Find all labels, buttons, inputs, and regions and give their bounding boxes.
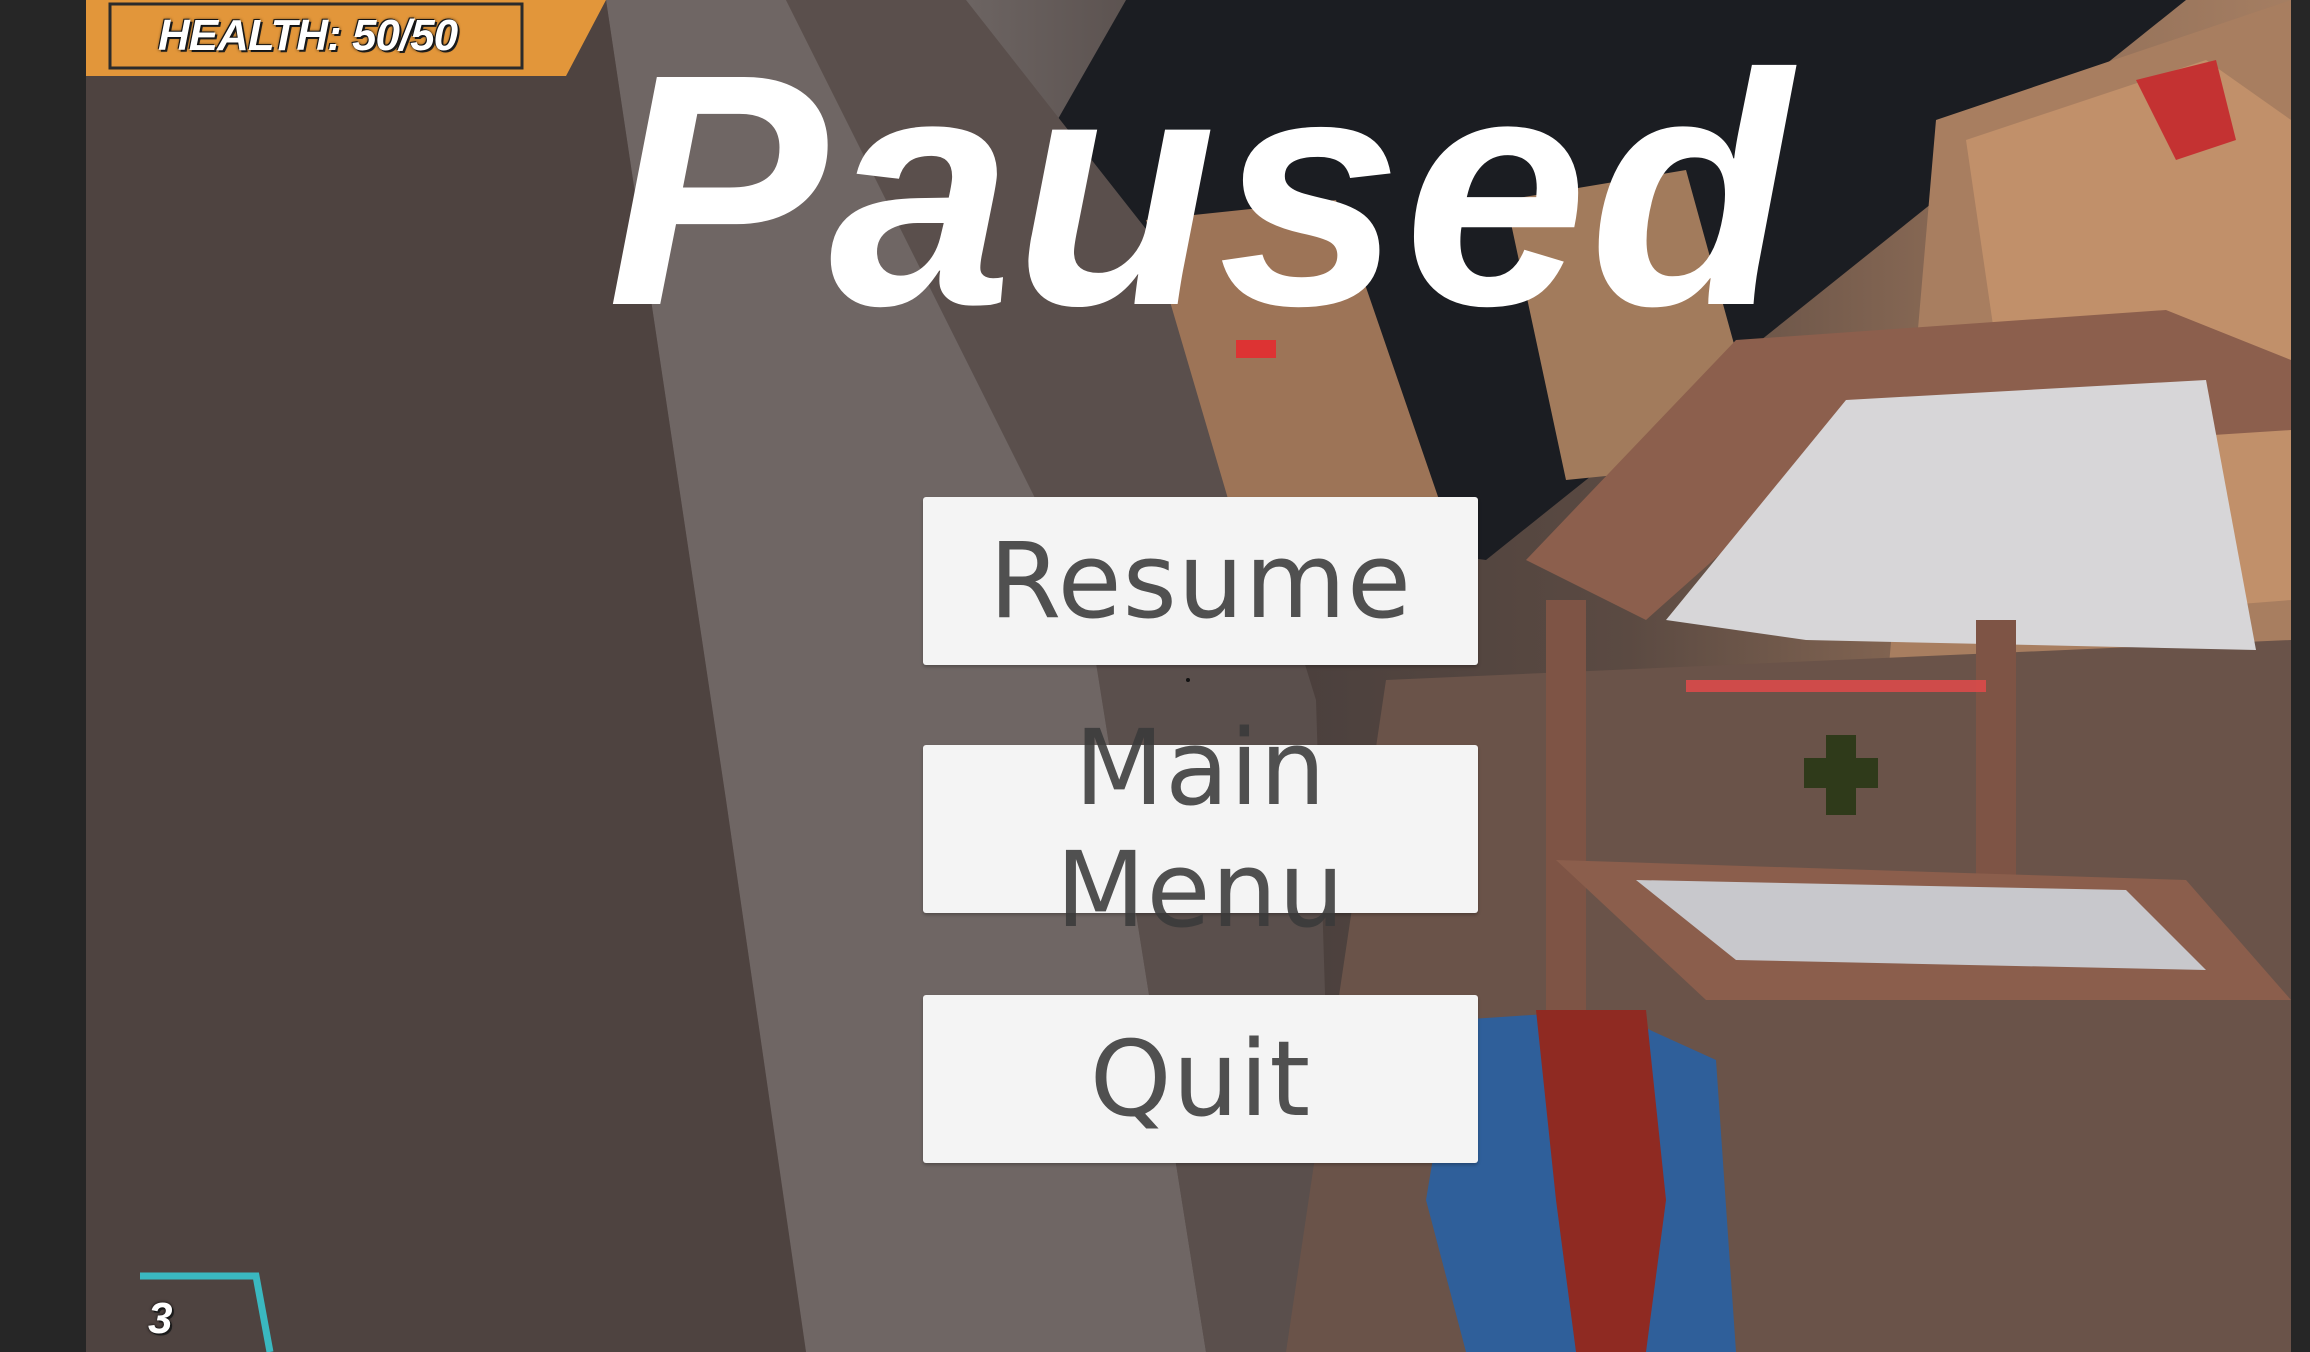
ammo-count-text: 3: [148, 1294, 173, 1343]
red-light-strip: [1686, 680, 1986, 692]
main-menu-button[interactable]: Main Menu: [923, 707, 1478, 951]
resume-button[interactable]: Resume: [923, 497, 1478, 665]
letterbox-right: [2291, 0, 2310, 1352]
health-bar: HEALTH: 50/50: [86, 0, 606, 78]
pause-title: Paused: [607, 5, 1793, 374]
health-text: HEALTH: 50/50: [158, 11, 458, 60]
crosshair-dot: [1186, 678, 1190, 682]
health-pickup-icon-bar: [1804, 758, 1878, 788]
main-menu-button-label: Main Menu: [1055, 707, 1346, 951]
hut-post-left: [1546, 600, 1586, 1020]
resume-button-label: Resume: [989, 520, 1412, 642]
letterbox-left: [0, 0, 86, 1352]
quit-button[interactable]: Quit: [923, 995, 1478, 1163]
quit-button-label: Quit: [1089, 1018, 1312, 1140]
ammo-counter: 3: [138, 1272, 278, 1352]
game-screen: HEALTH: 50/50 Paused Resume Main Menu Qu…: [0, 0, 2310, 1352]
